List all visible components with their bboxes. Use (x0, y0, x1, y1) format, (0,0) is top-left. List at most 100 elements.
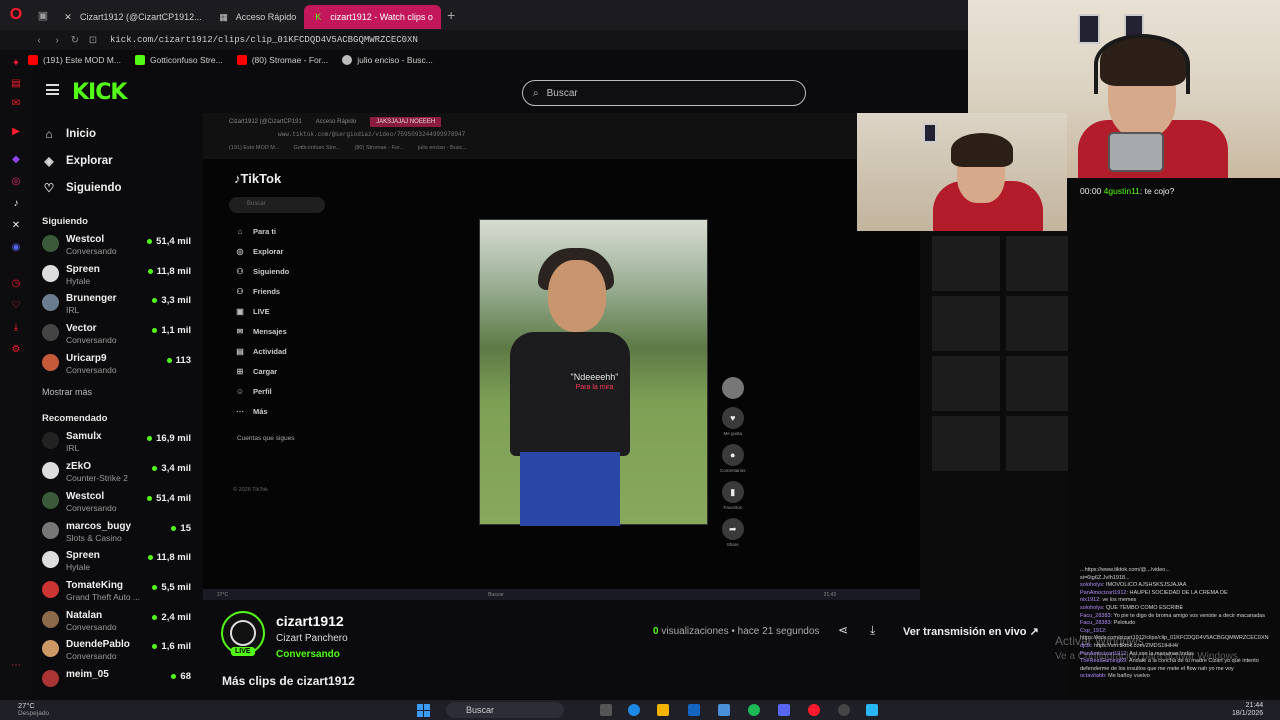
bookmark-item[interactable]: (191) Este MOD M... (28, 55, 121, 65)
bookmark-item[interactable]: julio enciso - Busc... (342, 55, 433, 65)
taskbar-clock[interactable]: 21:44 18/1/2026 (1232, 702, 1263, 718)
menu-icon[interactable] (46, 84, 59, 95)
twitch-icon[interactable]: ◆ (9, 152, 23, 166)
tiktok-action-label: Share (726, 542, 739, 547)
channel-category: Conversando (66, 246, 117, 256)
screen: ✦ ▤ ✉ ▶ ◆ ◎ ♪ ✕ ◉ ◷ ♡ ⤓ ⚙ ⋯ O ▣ ✕ Cizart… (0, 0, 1280, 720)
task-view-icon[interactable] (600, 704, 612, 716)
reload-icon[interactable]: ↻ (66, 35, 84, 46)
chat-username[interactable]: PanAmocizart1912 (1080, 590, 1126, 596)
bookmarks-icon[interactable]: ♡ (9, 298, 23, 312)
sidebar-channel-brunenger[interactable]: Brunenger IRL 3,3 mil (32, 292, 200, 322)
channel-category: IRL (66, 305, 80, 316)
nav-following[interactable]: ♡ Siguiendo (32, 174, 200, 201)
url-field[interactable]: kick.com/cizart1912/clips/clip_01KFCDQD4… (110, 35, 418, 45)
chat-username[interactable]: soloholys (1080, 582, 1103, 588)
channel-logo-icon (230, 620, 256, 646)
tiktok-menu-item: ⚇ Friends (236, 286, 281, 296)
instagram-icon[interactable]: ◎ (9, 174, 23, 188)
opera-logo-icon[interactable]: O (0, 0, 32, 30)
wall-poster (1078, 14, 1100, 44)
discord-icon[interactable] (778, 704, 790, 716)
windows-start-icon[interactable] (417, 704, 430, 717)
tiktok-menu-icon: ⚇ (236, 286, 244, 296)
chat-username[interactable]: nix1912 (1080, 597, 1099, 603)
chat-username[interactable]: octavitabb (1080, 673, 1105, 679)
discord-icon[interactable]: ◉ (9, 240, 23, 254)
forward-icon[interactable]: › (48, 35, 66, 46)
nav-explore[interactable]: ◈ Explorar (32, 147, 200, 174)
kick-logo[interactable]: KICK (72, 80, 127, 105)
tiktok-icon[interactable]: ♪ (9, 196, 23, 210)
sidebar-channel-meim-05[interactable]: meim_05 68 (32, 668, 200, 698)
chat-username[interactable]: Facu_28383 (1080, 620, 1111, 626)
sidebar-channel-westcol[interactable]: Westcol Conversando 51,4 mil (32, 233, 200, 263)
sidebar-channel-duendepablo[interactable]: DuendePablo Conversando 1,6 mil (32, 638, 200, 668)
sidebar-channel-vector[interactable]: Vector Conversando 1,1 mil (32, 322, 200, 352)
store-icon[interactable] (688, 704, 700, 716)
more-icon[interactable]: ⋯ (9, 658, 23, 672)
history-icon[interactable]: ◷ (9, 276, 23, 290)
chat-username[interactable]: Facu_28383 (1080, 613, 1111, 619)
clip-category[interactable]: Conversando (276, 649, 340, 660)
clip-video-player[interactable]: Cizart1912 (@CizartCP191 Acceso Rápido J… (203, 113, 920, 600)
sidebar-channel-samulx[interactable]: Samulx IRL 16,9 mil (32, 430, 200, 460)
channel-category: Conversando (66, 364, 117, 375)
browser-tab-active[interactable]: K cizart1912 - Watch clips o (304, 5, 441, 29)
speed-dial-icon[interactable]: ▤ (9, 76, 23, 90)
messenger-icon[interactable]: ✉ (9, 96, 23, 110)
x-icon[interactable]: ✕ (9, 218, 23, 232)
taskbar-search[interactable]: Buscar (446, 702, 564, 718)
viewer-count: 16,9 mil (147, 433, 191, 444)
browser-tab[interactable]: ▦ Acceso Rápido (210, 5, 305, 29)
chat-log: ...https://www.tiktok.com/@.../video... s… (1080, 567, 1280, 681)
channel-name: Natalan (66, 609, 103, 621)
bookmark-item[interactable]: (80) Stromae - For... (236, 55, 328, 65)
chat-text: : HAUPEI SOCIEDAD DE LA CREMA DE (1126, 589, 1228, 596)
edge-icon[interactable] (628, 704, 640, 716)
back-icon[interactable]: ‹ (30, 35, 48, 46)
bookmark-item[interactable]: Gotticonfuso Stre... (134, 55, 223, 65)
sidebar-channel-spreen[interactable]: Spreen Hytale 11,8 mil (32, 549, 200, 579)
obs-icon[interactable] (838, 704, 850, 716)
opera-icon[interactable] (808, 704, 820, 716)
chat-message: nix1912: ve los memes (1080, 597, 1280, 605)
browser-tab[interactable]: ✕ Cizart1912 (@CizartCP1912... (54, 5, 210, 29)
channel-category: IRL (66, 443, 80, 454)
sidebar-channel-marcos-bugy[interactable]: marcos_bugy Slots & Casino 15 (32, 520, 200, 550)
chat-username[interactable]: Cxp_1912 (1080, 628, 1105, 634)
chat-username[interactable]: soloholys (1080, 605, 1103, 611)
channel-name: meim_05 (66, 668, 109, 680)
opera-aria-icon[interactable]: ✦ (9, 56, 23, 70)
spotify-icon[interactable] (748, 704, 760, 716)
app-icon[interactable] (866, 704, 878, 716)
watch-live-link[interactable]: Ver transmisión en vivo ↗ (903, 625, 1039, 638)
sidebar-channel-spreen[interactable]: Spreen Hytale 11,8 mil (32, 263, 200, 293)
tab-islands-icon[interactable]: ▣ (32, 9, 54, 22)
headset-icon (1094, 34, 1190, 94)
chat-message: si=6tg6Z.JvIh1918... (1080, 575, 1280, 583)
streamer-name[interactable]: cizart1912 (276, 613, 344, 629)
sidebar-channel-zeko[interactable]: zEkO Counter-Strike 2 3,4 mil (32, 460, 200, 490)
overlay-tile (932, 296, 1000, 351)
settings-icon[interactable]: ⚙ (9, 342, 23, 356)
weather-widget[interactable]: 27°C Despejado (18, 702, 49, 718)
share-icon[interactable]: ⋖ (838, 623, 848, 637)
sidebar-channel-tomateking[interactable]: TomateKing Grand Theft Auto ... 5,5 mil (32, 579, 200, 609)
show-more-link[interactable]: Mostrar más (42, 387, 200, 403)
avatar (42, 669, 59, 687)
player-icon[interactable]: ▶ (9, 124, 23, 138)
new-tab-icon[interactable]: + (447, 7, 455, 23)
captured-browser-chrome: Cizart1912 (@CizartCP191 Acceso Rápido J… (203, 113, 920, 159)
sidebar-channel-natalan[interactable]: Natalan Conversando 2,4 mil (32, 609, 200, 639)
sidebar-channel-uricarp9[interactable]: Uricarp9 Conversando 113 (32, 352, 200, 382)
nav-home[interactable]: ⌂ Inicio (32, 120, 200, 147)
sidebar-channel-westcol[interactable]: Westcol Conversando 51,4 mil (32, 490, 200, 520)
figure-shirt (510, 332, 630, 456)
app-icon[interactable] (718, 704, 730, 716)
search-input[interactable]: ⌕ Buscar (522, 80, 806, 106)
file-explorer-icon[interactable] (657, 704, 669, 716)
downloads-icon[interactable]: ⤓ (9, 320, 23, 334)
compass-icon: ◈ (44, 153, 54, 168)
download-icon[interactable]: ⤓ (870, 623, 875, 638)
